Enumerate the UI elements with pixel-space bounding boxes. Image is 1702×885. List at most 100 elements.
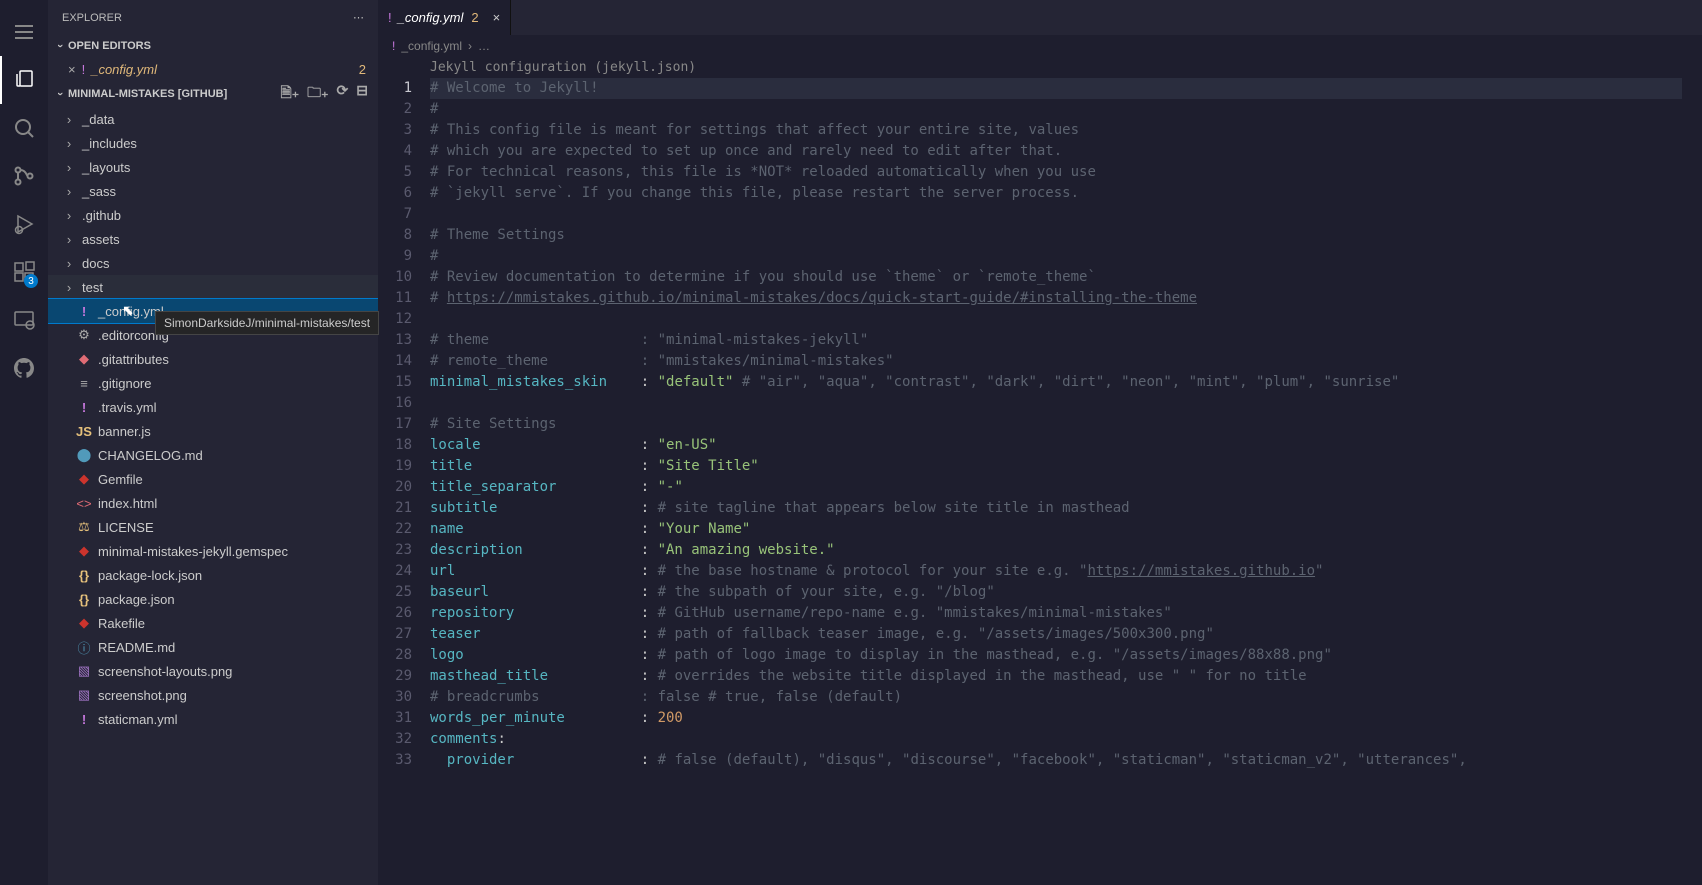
chevron-right-icon: › bbox=[62, 256, 76, 271]
line-number: 10 bbox=[378, 267, 412, 288]
collapse-icon[interactable]: ⊟ bbox=[356, 82, 368, 106]
run-debug-icon[interactable] bbox=[0, 200, 48, 248]
code-content[interactable]: Jekyll configuration (jekyll.json) # Wel… bbox=[430, 57, 1702, 885]
remote-icon[interactable] bbox=[0, 296, 48, 344]
folder-docs[interactable]: › docs bbox=[48, 251, 378, 275]
folder-_includes[interactable]: ›_includes bbox=[48, 131, 378, 155]
code-line: # bbox=[430, 248, 438, 264]
github-icon[interactable] bbox=[0, 344, 48, 392]
code-line: # Review documentation to determine if y… bbox=[430, 269, 1096, 285]
line-number: 1 bbox=[378, 78, 412, 99]
line-number: 21 bbox=[378, 498, 412, 519]
file-CHANGELOG.md[interactable]: ⬤CHANGELOG.md bbox=[48, 443, 378, 467]
yaml-key: masthead_title bbox=[430, 668, 548, 684]
close-icon[interactable]: × bbox=[68, 62, 76, 77]
open-editors-header[interactable]: › OPEN EDITORS bbox=[48, 35, 378, 57]
file-screenshot-layouts.png[interactable]: ▧ screenshot-layouts.png bbox=[48, 659, 378, 683]
file-.gitignore[interactable]: ≡.gitignore bbox=[48, 371, 378, 395]
folder-.github[interactable]: ›.github bbox=[48, 203, 378, 227]
file-icon: ≡ bbox=[76, 376, 92, 391]
extensions-icon[interactable]: 3 bbox=[0, 248, 48, 296]
folder-_layouts[interactable]: ›_layouts bbox=[48, 155, 378, 179]
file-package.json[interactable]: {}package.json bbox=[48, 587, 378, 611]
file-index.html[interactable]: <>index.html bbox=[48, 491, 378, 515]
yaml-key: description bbox=[430, 542, 523, 558]
code-editor[interactable]: 1234567891011121314151617181920212223242… bbox=[378, 57, 1702, 885]
file-staticman.yml[interactable]: !staticman.yml bbox=[48, 707, 378, 731]
file-icon: ! bbox=[76, 712, 92, 727]
folder-_sass[interactable]: ›_sass bbox=[48, 179, 378, 203]
code-line: # Site Settings bbox=[430, 416, 556, 432]
yaml-key: title_separator bbox=[430, 479, 556, 495]
hover-tooltip: SimonDarksideJ/minimal-mistakes/test bbox=[155, 311, 379, 335]
code-comment: # the subpath of your site, e.g. "/blog" bbox=[658, 584, 995, 600]
open-editor-count: 2 bbox=[359, 62, 366, 77]
open-editor-item[interactable]: × ! _config.yml 2 bbox=[48, 57, 378, 81]
refresh-icon[interactable]: ⟳ bbox=[337, 82, 349, 106]
menu-icon[interactable] bbox=[0, 8, 48, 56]
file-minimal-mistakes-jekyll.gemspec[interactable]: ◆minimal-mistakes-jekyll.gemspec bbox=[48, 539, 378, 563]
file-README.md[interactable]: ⓘREADME.md bbox=[48, 635, 378, 659]
activity-bar: 3 bbox=[0, 0, 48, 885]
breadcrumbs[interactable]: ! _config.yml › … bbox=[378, 35, 1702, 57]
code-line: # `jekyll serve`. If you change this fil… bbox=[430, 185, 1079, 201]
code-comment: # "air", "aqua", "contrast", "dark", "di… bbox=[733, 374, 1399, 390]
explorer-icon[interactable] bbox=[0, 56, 48, 104]
file-icon: ⚙ bbox=[76, 327, 92, 343]
code-line: # bbox=[430, 290, 447, 306]
file-screenshot.png[interactable]: ▧screenshot.png bbox=[48, 683, 378, 707]
file-.gitattributes[interactable]: ◆.gitattributes bbox=[48, 347, 378, 371]
file-label: Rakefile bbox=[98, 616, 145, 631]
file-icon: {} bbox=[76, 592, 92, 607]
yaml-key: logo bbox=[430, 647, 464, 663]
folder-label: docs bbox=[82, 256, 109, 271]
explorer-title: EXPLORER bbox=[62, 12, 122, 24]
code-line: # theme : "minimal-mistakes-jekyll" bbox=[430, 332, 868, 348]
search-icon[interactable] bbox=[0, 104, 48, 152]
close-icon[interactable]: × bbox=[493, 10, 501, 25]
file-Rakefile[interactable]: ◆Rakefile bbox=[48, 611, 378, 635]
folder-test[interactable]: › test bbox=[48, 275, 378, 299]
code-comment: # site tagline that appears below site t… bbox=[658, 500, 1130, 516]
code-link[interactable]: https://mmistakes.github.io bbox=[1087, 563, 1315, 579]
line-number: 18 bbox=[378, 435, 412, 456]
folder-assets[interactable]: ›assets bbox=[48, 227, 378, 251]
line-number: 27 bbox=[378, 624, 412, 645]
new-folder-icon[interactable]: 🗀₊ bbox=[307, 82, 328, 106]
line-number: 4 bbox=[378, 141, 412, 162]
source-control-icon[interactable] bbox=[0, 152, 48, 200]
editor-tab[interactable]: ! _config.yml 2 × bbox=[378, 0, 511, 35]
project-header[interactable]: › MINIMAL-MISTAKES [GITHUB] 🗎₊ 🗀₊ ⟳ ⊟ bbox=[48, 81, 378, 107]
chevron-right-icon: › bbox=[62, 280, 76, 295]
folder-_data[interactable]: ›_data bbox=[48, 107, 378, 131]
line-numbers: 1234567891011121314151617181920212223242… bbox=[378, 57, 430, 885]
file-banner.js[interactable]: JSbanner.js bbox=[48, 419, 378, 443]
file-.travis.yml[interactable]: !.travis.yml bbox=[48, 395, 378, 419]
new-file-icon[interactable]: 🗎₊ bbox=[280, 82, 299, 106]
yaml-key: words_per_minute bbox=[430, 710, 565, 726]
yaml-key: url bbox=[430, 563, 455, 579]
file-Gemfile[interactable]: ◆Gemfile bbox=[48, 467, 378, 491]
file-label: screenshot-layouts.png bbox=[98, 664, 232, 679]
file-icon: ▧ bbox=[76, 663, 92, 679]
code-comment: # overrides the website title displayed … bbox=[658, 668, 1307, 684]
yaml-key: subtitle bbox=[430, 500, 497, 516]
line-number: 29 bbox=[378, 666, 412, 687]
file-icon: ⚖ bbox=[76, 519, 92, 535]
file-icon: {} bbox=[76, 568, 92, 583]
yaml-key: locale bbox=[430, 437, 481, 453]
yaml-key: name bbox=[430, 521, 464, 537]
line-number: 5 bbox=[378, 162, 412, 183]
code-line: # which you are expected to set up once … bbox=[430, 143, 1062, 159]
yaml-key: baseurl bbox=[430, 584, 489, 600]
more-icon[interactable]: ⋯ bbox=[353, 11, 364, 24]
folder-label: test bbox=[82, 280, 103, 295]
file-package-lock.json[interactable]: {}package-lock.json bbox=[48, 563, 378, 587]
yaml-string: "default" bbox=[658, 374, 734, 390]
code-link[interactable]: https://mmistakes.github.io/minimal-mist… bbox=[447, 290, 1197, 306]
file-icon: ◆ bbox=[76, 471, 92, 487]
line-number: 13 bbox=[378, 330, 412, 351]
file-LICENSE[interactable]: ⚖LICENSE bbox=[48, 515, 378, 539]
tab-filename: _config.yml bbox=[398, 10, 464, 25]
file-icon: ⓘ bbox=[76, 638, 92, 657]
